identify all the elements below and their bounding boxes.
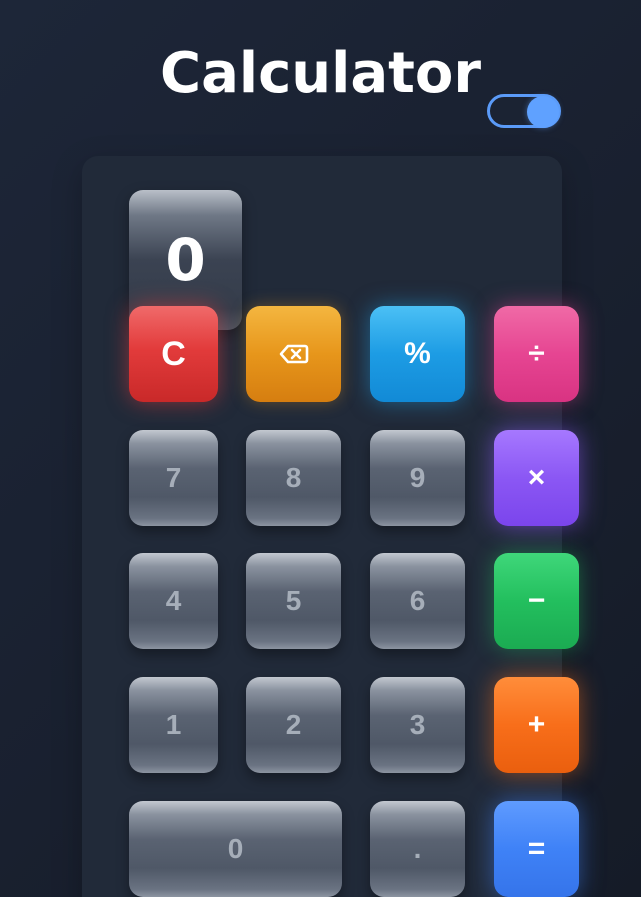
multiply-label: × [527,461,546,494]
digit-2-button[interactable]: 2 [246,677,341,773]
digit-8-button[interactable]: 8 [246,430,341,526]
digit-8-label: 8 [285,462,302,493]
digit-5-label: 5 [285,585,302,616]
digit-4-button[interactable]: 4 [129,553,218,649]
digit-7-button[interactable]: 7 [129,430,218,526]
digit-6-button[interactable]: 6 [370,553,465,649]
digit-9-button[interactable]: 9 [370,430,465,526]
equals-label: = [527,832,546,865]
equals-button[interactable]: = [494,801,579,897]
theme-toggle[interactable] [487,94,561,128]
divide-button[interactable]: ÷ [494,306,579,402]
digit-5-button[interactable]: 5 [246,553,341,649]
digit-7-label: 7 [165,462,182,493]
percent-button[interactable]: % [370,306,465,402]
digit-3-button[interactable]: 3 [370,677,465,773]
digit-3-label: 3 [409,709,426,740]
digit-9-label: 9 [409,462,426,493]
digit-4-label: 4 [165,585,182,616]
digit-2-label: 2 [285,709,302,740]
clear-button[interactable]: C [129,306,218,402]
multiply-button[interactable]: × [494,430,579,526]
decimal-point-button[interactable]: . [370,801,465,897]
digit-0-label: 0 [227,833,244,864]
add-label: + [527,708,546,741]
subtract-label: − [527,584,546,617]
digit-1-label: 1 [165,709,182,740]
backspace-icon [279,344,309,364]
digit-0-button[interactable]: 0 [129,801,342,897]
backspace-button[interactable] [246,306,341,402]
digit-6-label: 6 [409,585,426,616]
percent-label: % [404,337,431,370]
display-value: 0 [165,226,206,294]
digit-1-button[interactable]: 1 [129,677,218,773]
theme-toggle-knob [527,96,559,128]
subtract-button[interactable]: − [494,553,579,649]
add-button[interactable]: + [494,677,579,773]
clear-label: C [161,334,186,373]
decimal-point-label: . [413,833,422,864]
divide-label: ÷ [528,337,545,370]
